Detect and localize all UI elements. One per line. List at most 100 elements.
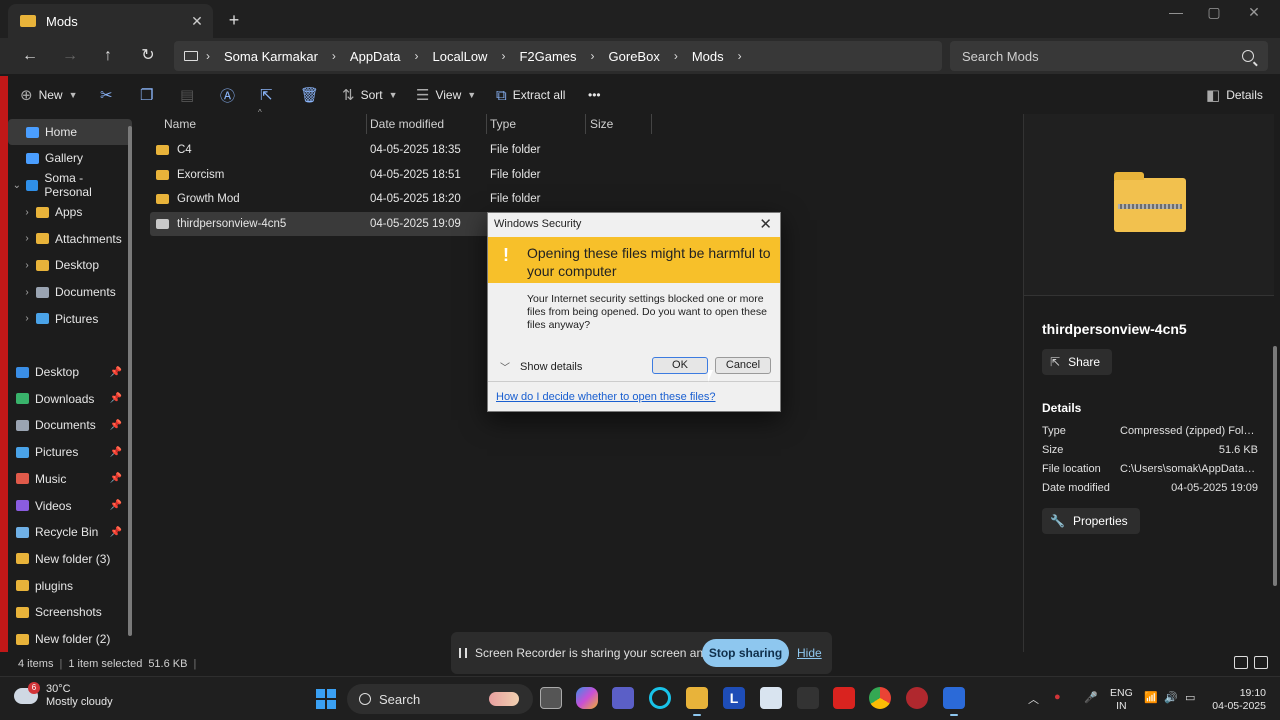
volume-icon[interactable]: 🔊 bbox=[1164, 691, 1178, 704]
column-size[interactable]: Size bbox=[590, 117, 613, 131]
paste-button[interactable]: ▤ bbox=[180, 84, 194, 106]
file-explorer-icon[interactable] bbox=[686, 687, 708, 716]
copy-button[interactable]: ❐ bbox=[140, 84, 153, 106]
pause-icon[interactable] bbox=[459, 648, 467, 658]
task-view-icon[interactable] bbox=[540, 687, 562, 709]
quick-access-item-9[interactable]: Screenshots bbox=[8, 599, 132, 625]
crumb-mods[interactable]: Mods bbox=[692, 49, 724, 64]
sort-button[interactable]: ⇅ Sort ▼ bbox=[342, 84, 398, 106]
tray-overflow-icon[interactable]: ︿ bbox=[1028, 691, 1039, 707]
sidebar-tree-item-0[interactable]: › Apps bbox=[8, 199, 132, 225]
sidebar-tree-item-4[interactable]: › Pictures bbox=[8, 306, 132, 332]
file-date: 04-05-2025 19:09 bbox=[370, 218, 461, 231]
maximize-button[interactable]: ▢ bbox=[1194, 4, 1234, 24]
screen-recorder-icon[interactable] bbox=[943, 687, 965, 716]
start-icon[interactable] bbox=[316, 689, 336, 709]
wifi-icon[interactable]: 📶 bbox=[1144, 691, 1158, 704]
show-details-toggle[interactable]: ﹀ Show details bbox=[500, 359, 582, 375]
file-row[interactable]: Exorcism 04-05-2025 18:51 File folder bbox=[150, 163, 628, 187]
close-tab-icon[interactable]: ✕ bbox=[187, 13, 207, 30]
quick-access-item-8[interactable]: plugins bbox=[8, 573, 132, 599]
share-details-button[interactable]: ⇱ Share bbox=[1042, 349, 1113, 375]
crumb-gorebox[interactable]: GoreBox bbox=[609, 49, 660, 64]
clock[interactable]: 19:10 04-05-2025 bbox=[1210, 687, 1266, 713]
game-app-icon[interactable] bbox=[906, 687, 928, 709]
cut-button[interactable]: ✂ bbox=[100, 84, 113, 106]
hide-link[interactable]: Hide bbox=[797, 646, 822, 660]
taskbar-search[interactable]: Search bbox=[347, 684, 533, 714]
extract-icon: ⧉ bbox=[496, 86, 507, 104]
file-row[interactable]: C4 04-05-2025 18:35 File folder bbox=[150, 138, 628, 162]
tray-app-icon[interactable]: ● bbox=[1054, 691, 1061, 703]
quick-access-item-5[interactable]: Videos 📌 bbox=[8, 493, 132, 519]
quick-access-item-4[interactable]: Music 📌 bbox=[8, 466, 132, 492]
crumb-f2games[interactable]: F2Games bbox=[519, 49, 576, 64]
teams-icon[interactable] bbox=[612, 687, 634, 709]
tab-mods[interactable]: Mods ✕ bbox=[8, 4, 213, 38]
crumb-locallow[interactable]: LocalLow bbox=[433, 49, 488, 64]
cortana-icon[interactable] bbox=[649, 687, 671, 709]
back-icon[interactable]: ← bbox=[18, 44, 42, 68]
close-window-button[interactable]: ✕ bbox=[1234, 4, 1274, 24]
column-type[interactable]: Type bbox=[490, 117, 516, 131]
delete-button[interactable]: 🗑 bbox=[300, 84, 319, 106]
quick-access-item-10[interactable]: New folder (2) bbox=[8, 626, 132, 652]
forward-icon[interactable]: → bbox=[58, 44, 82, 68]
share-icon: ⇱ bbox=[1050, 355, 1061, 369]
quick-access-item-2[interactable]: Documents 📌 bbox=[8, 412, 132, 438]
breadcrumb[interactable]: › Soma Karmakar › AppData › LocalLow › F… bbox=[174, 41, 942, 71]
battery-icon[interactable]: ▭ bbox=[1185, 691, 1195, 704]
sidebar-item-1[interactable]: Gallery bbox=[8, 145, 132, 171]
share-button[interactable]: ⇱ bbox=[260, 84, 273, 106]
copilot-icon[interactable] bbox=[576, 687, 598, 709]
rename-button[interactable]: Ⓐ bbox=[220, 84, 235, 106]
nav-scrollbar[interactable] bbox=[128, 126, 132, 636]
sidebar-item-0[interactable]: Home bbox=[8, 119, 132, 145]
selection-size: 51.6 KB bbox=[148, 658, 188, 670]
acrobat-icon[interactable] bbox=[833, 687, 855, 709]
language-indicator[interactable]: ENG IN bbox=[1110, 687, 1133, 713]
weather-widget[interactable]: 6 30°C Mostly cloudy bbox=[14, 682, 113, 709]
more-options-button[interactable]: ••• bbox=[588, 84, 601, 106]
sidebar-item-2[interactable]: ⌄ Soma - Personal bbox=[8, 171, 132, 199]
minimize-button[interactable]: — bbox=[1156, 4, 1196, 24]
properties-button[interactable]: 🔧 Properties bbox=[1042, 508, 1140, 534]
column-name[interactable]: Name bbox=[164, 117, 196, 131]
crumb-user[interactable]: Soma Karmakar bbox=[224, 49, 318, 64]
share-icon: ⇱ bbox=[260, 87, 273, 104]
sidebar-tree-item-3[interactable]: › Documents bbox=[8, 279, 132, 305]
folder-icon bbox=[16, 419, 29, 431]
help-link[interactable]: How do I decide whether to open these fi… bbox=[496, 391, 716, 403]
extract-all-button[interactable]: ⧉ Extract all bbox=[496, 84, 565, 106]
refresh-icon[interactable]: ↻ bbox=[136, 44, 160, 68]
cancel-button[interactable]: Cancel bbox=[715, 357, 771, 374]
new-tab-button[interactable]: + bbox=[224, 10, 244, 31]
crumb-appdata[interactable]: AppData bbox=[350, 49, 401, 64]
l-app-icon[interactable]: L bbox=[723, 687, 745, 709]
quick-access-item-7[interactable]: New folder (3) bbox=[8, 546, 132, 572]
stop-sharing-button[interactable]: Stop sharing bbox=[702, 639, 789, 667]
folder-icon bbox=[36, 286, 49, 298]
search-input[interactable]: Search Mods bbox=[950, 41, 1268, 71]
quick-access-item-3[interactable]: Pictures 📌 bbox=[8, 439, 132, 465]
minimized-app-icon[interactable] bbox=[797, 687, 819, 709]
sidebar-tree-item-2[interactable]: › Desktop bbox=[8, 252, 132, 278]
quick-access-item-0[interactable]: Desktop 📌 bbox=[8, 359, 132, 385]
tiles-view-icon[interactable] bbox=[1254, 656, 1268, 669]
new-button[interactable]: ⊕ New ▼ bbox=[20, 84, 78, 106]
up-icon[interactable]: ↑ bbox=[96, 44, 120, 68]
details-pane-button[interactable]: ◧ Details bbox=[1206, 84, 1263, 106]
column-date[interactable]: Date modified bbox=[370, 117, 444, 131]
quick-access-item-1[interactable]: Downloads 📌 bbox=[8, 386, 132, 412]
view-button[interactable]: ☰ View ▼ bbox=[416, 84, 476, 106]
chrome-icon[interactable] bbox=[869, 687, 891, 709]
details-scrollbar[interactable] bbox=[1273, 346, 1277, 586]
app-window-icon[interactable] bbox=[760, 687, 782, 709]
sidebar-tree-item-1[interactable]: › Attachments bbox=[8, 226, 132, 252]
quick-access-item-6[interactable]: Recycle Bin 📌 bbox=[8, 519, 132, 545]
ok-button[interactable]: OK bbox=[652, 357, 708, 374]
microphone-icon[interactable]: 🎤 bbox=[1084, 691, 1098, 704]
file-row[interactable]: Growth Mod 04-05-2025 18:20 File folder bbox=[150, 187, 628, 211]
dialog-close-button[interactable]: ✕ bbox=[759, 215, 772, 233]
details-view-icon[interactable] bbox=[1234, 656, 1248, 669]
